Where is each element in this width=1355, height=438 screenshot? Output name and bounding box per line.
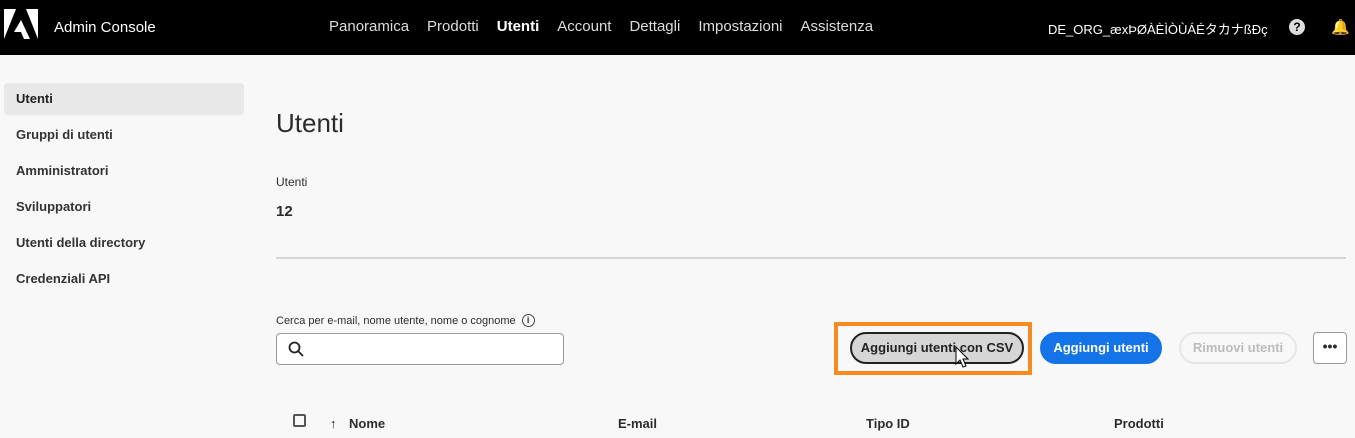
select-all-checkbox[interactable] (293, 414, 306, 427)
column-header-nome[interactable]: Nome (349, 416, 385, 431)
app-name[interactable]: Admin Console (54, 19, 156, 36)
sidebar-item-amministratori[interactable]: Amministratori (4, 155, 244, 187)
sort-ascending-icon[interactable]: ↑ (330, 416, 337, 431)
nav-assistenza[interactable]: Assistenza (801, 18, 874, 35)
bell-icon[interactable]: 🔔 (1331, 18, 1350, 36)
info-icon[interactable]: i (521, 314, 535, 327)
divider (276, 257, 1346, 259)
sidebar-item-directory[interactable]: Utenti della directory (4, 227, 244, 259)
search-icon (288, 341, 304, 357)
sidebar-item-utenti[interactable]: Utenti (4, 83, 244, 115)
add-users-csv-button[interactable]: Aggiungi utenti con CSV (850, 332, 1024, 364)
nav-impostazioni[interactable]: Impostazioni (698, 18, 782, 35)
org-switcher[interactable]: DE_ORG_æxÞØÀÈÌÒÙÁÉタカナßÐç (1048, 19, 1268, 38)
remove-users-button[interactable]: Rimuovi utenti (1179, 332, 1297, 364)
adobe-logo-icon[interactable] (4, 9, 38, 43)
more-options-button[interactable]: ••• (1313, 332, 1347, 364)
search-label-text: Cerca per e-mail, nome utente, nome o co… (276, 314, 516, 327)
sidebar: Utenti Gruppi di utenti Amministratori S… (4, 83, 244, 299)
nav-account[interactable]: Account (557, 18, 611, 35)
page-title: Utenti (276, 108, 344, 138)
add-users-button[interactable]: Aggiungi utenti (1040, 332, 1162, 364)
column-header-email[interactable]: E-mail (618, 416, 657, 431)
top-header: Admin Console Panoramica Prodotti Utenti… (0, 0, 1355, 55)
sidebar-item-gruppi[interactable]: Gruppi di utenti (4, 119, 244, 151)
search-input[interactable] (311, 340, 551, 358)
user-count: 12 (276, 203, 293, 220)
stat-label: Utenti (276, 175, 308, 189)
nav-prodotti[interactable]: Prodotti (427, 18, 479, 35)
search-field[interactable] (276, 333, 564, 365)
help-icon[interactable]: ? (1289, 19, 1305, 35)
nav-panoramica[interactable]: Panoramica (329, 18, 409, 35)
nav-dettagli[interactable]: Dettagli (629, 18, 680, 35)
main-nav: Panoramica Prodotti Utenti Account Detta… (329, 18, 873, 35)
sidebar-item-sviluppatori[interactable]: Sviluppatori (4, 191, 244, 223)
column-header-prodotti[interactable]: Prodotti (1114, 416, 1164, 431)
nav-utenti[interactable]: Utenti (497, 18, 540, 35)
column-header-tipo-id[interactable]: Tipo ID (866, 416, 910, 431)
sidebar-item-credenziali[interactable]: Credenziali API (4, 263, 244, 295)
search-label: Cerca per e-mail, nome utente, nome o co… (276, 314, 535, 327)
mouse-cursor-icon (955, 346, 969, 368)
